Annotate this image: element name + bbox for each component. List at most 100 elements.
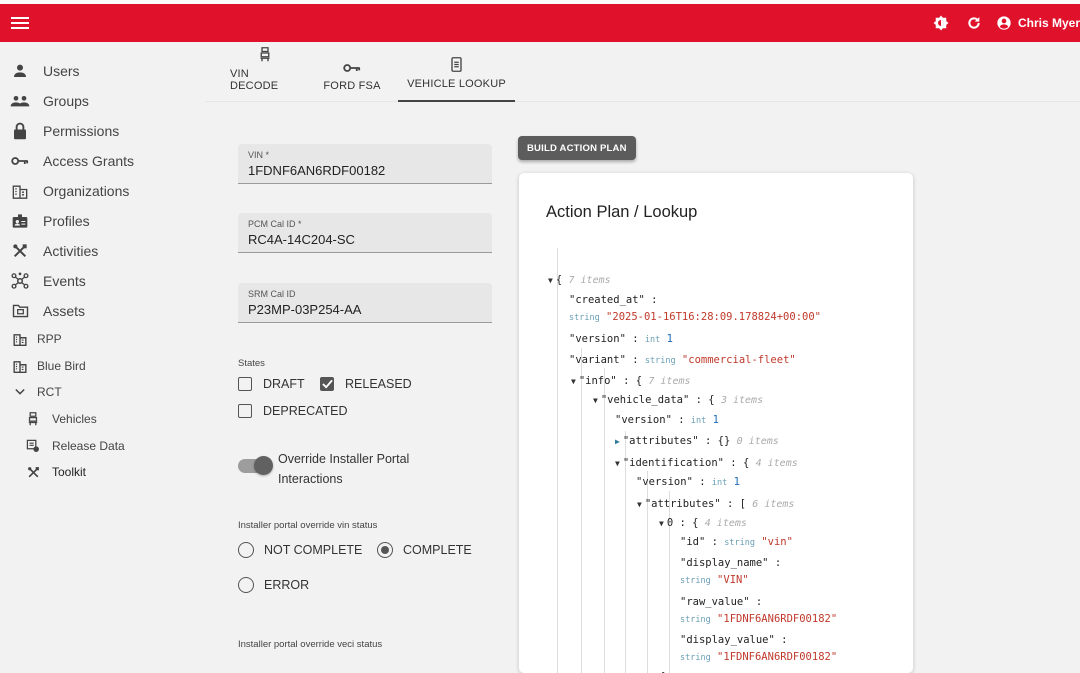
checkbox-box[interactable] [238,377,252,391]
vin-field[interactable]: VIN * 1FDNF6AN6RDF00182 [238,144,492,184]
collapse-triangle-icon[interactable]: ▼ [548,276,553,285]
collapse-triangle-icon[interactable]: ▼ [593,396,598,405]
build-action-plan-button[interactable]: BUILD ACTION PLAN [518,136,636,160]
json-version: "version" : int 1 [569,333,673,345]
pcm-cal-id-field[interactable]: PCM Cal ID * RC4A-14C204-SC [238,213,492,253]
json-vd-version: "version" : int 1 [615,414,719,426]
user-name[interactable]: Chris Myer [1018,16,1080,30]
vin-status-label: Installer portal override vin status [238,520,378,531]
vin-status-complete-radio[interactable]: COMPLETE [377,542,472,558]
srm-field-value[interactable]: P23MP-03P254-AA [248,302,482,317]
pcm-field-value[interactable]: RC4A-14C204-SC [248,232,482,247]
vin-status-error-radio[interactable]: ERROR [238,577,309,593]
card-title: Action Plan / Lookup [546,203,698,221]
sidebar-item-toolkit[interactable]: Toolkit [0,458,205,486]
sidebar-item-label: Events [43,273,86,289]
tab-label: VEHICLE LOOKUP [407,78,506,90]
override-toggle-label: Override Installer Portal Interactions [278,452,410,486]
srm-cal-id-field[interactable]: SRM Cal ID P23MP-03P254-AA [238,283,492,323]
sidebar-item-label: RCT [37,385,62,399]
building-icon [9,182,31,200]
radio-label: ERROR [264,578,310,592]
sidebar-item-label: Vehicles [52,412,97,426]
sidebar-item-label: Blue Bird [37,359,86,373]
sidebar-item-profiles[interactable]: Profiles [0,207,205,235]
radio-circle[interactable] [377,542,393,558]
collapse-triangle-icon[interactable]: ▼ [659,519,664,528]
radio-circle[interactable] [238,542,254,558]
sidebar-item-blue-bird[interactable]: Blue Bird [0,352,205,380]
sidebar-item-groups[interactable]: Groups [0,87,205,115]
json-attributes[interactable]: ▶ "attributes" : {} 0 items [615,435,779,447]
expand-triangle-icon[interactable]: ▶ [615,437,620,446]
json-vehicle-data[interactable]: ▼ "vehicle_data" : { 3 items [593,394,763,406]
collapse-triangle-icon[interactable]: ▼ [637,500,642,509]
json-display-name: "display_name" : [680,557,782,569]
toggle-knob[interactable] [254,456,273,475]
action-plan-card: Action Plan / Lookup ▼{ 7 items "created… [519,173,913,673]
tab-label: VIN DECODE [230,68,279,92]
sidebar-item-label: Assets [43,303,86,319]
tree-guide [604,368,605,673]
checkbox-box[interactable] [320,377,334,391]
sidebar-item-label: Permissions [43,123,120,139]
sidebar-item-vehicles[interactable]: Vehicles [0,405,205,433]
vehicle-doc-icon [451,57,462,72]
menu-icon[interactable] [11,14,29,32]
deprecated-checkbox[interactable]: DEPRECATED [238,404,348,418]
json-display-name-value: string "VIN" [680,574,749,586]
tree-guide [557,248,558,673]
json-root[interactable]: ▼{ 7 items [548,274,611,286]
car-seat-icon [22,410,44,428]
radio-label: NOT COMPLETE [264,543,363,557]
json-id-version: "version" : int 1 [636,476,740,488]
json-info[interactable]: ▼ "info" : { 7 items [571,375,691,387]
car-seat-icon [260,47,270,62]
json-id-attributes[interactable]: ▼ "attributes" : [ 6 items [637,498,794,510]
tab-vin-decode[interactable]: VIN DECODE [230,42,300,102]
checkbox-label: DEPRECATED [263,404,348,418]
data-icon [22,437,44,455]
states-label: States [238,358,265,369]
released-checkbox[interactable]: RELEASED [320,377,412,391]
sidebar-item-release-data[interactable]: Release Data [0,432,205,460]
sidebar-item-activities[interactable]: Activities [0,237,205,265]
tools-icon [9,242,31,260]
json-display-value: "display_value" : [680,634,788,646]
lock-icon [9,122,31,140]
draft-checkbox[interactable]: DRAFT [238,377,305,391]
key-icon [9,152,31,170]
hub-icon [9,272,31,290]
checkbox-box[interactable] [238,404,252,418]
collapse-triangle-icon[interactable]: ▼ [571,377,576,386]
sidebar-item-users[interactable]: Users [0,57,205,85]
collapse-triangle-icon[interactable]: ▼ [615,459,620,468]
key-icon [343,64,361,72]
account-icon[interactable] [996,15,1012,31]
vin-field-label: VIN * [248,150,270,160]
tab-ford-fsa[interactable]: FORD FSA [322,42,382,102]
person-icon [9,62,31,80]
sidebar-item-access-grants[interactable]: Access Grants [0,147,205,175]
checkbox-label: RELEASED [345,377,412,391]
sidebar-item-rct[interactable]: RCT [0,378,205,406]
brightness-icon[interactable] [932,14,950,32]
veci-status-label: Installer portal override veci status [238,639,383,650]
radio-circle[interactable] [238,577,254,593]
override-toggle[interactable] [238,456,273,475]
sidebar-item-events[interactable]: Events [0,267,205,295]
json-item-0[interactable]: ▼ 0 : { 4 items [659,517,747,529]
tab-vehicle-lookup[interactable]: VEHICLE LOOKUP [398,42,515,102]
vin-field-value[interactable]: 1FDNF6AN6RDF00182 [248,163,482,178]
refresh-icon[interactable] [966,15,982,31]
tree-guide [581,348,582,673]
json-identification[interactable]: ▼ "identification" : { 4 items [615,457,798,469]
sidebar-item-rpp[interactable]: RPP [0,325,205,353]
sidebar-item-label: Organizations [43,183,130,199]
chevron-down-icon [9,383,31,401]
sidebar-item-assets[interactable]: Assets [0,297,205,325]
checkbox-label: DRAFT [263,377,305,391]
sidebar-item-organizations[interactable]: Organizations [0,177,205,205]
sidebar-item-permissions[interactable]: Permissions [0,117,205,145]
vin-status-not-complete-radio[interactable]: NOT COMPLETE [238,542,362,558]
